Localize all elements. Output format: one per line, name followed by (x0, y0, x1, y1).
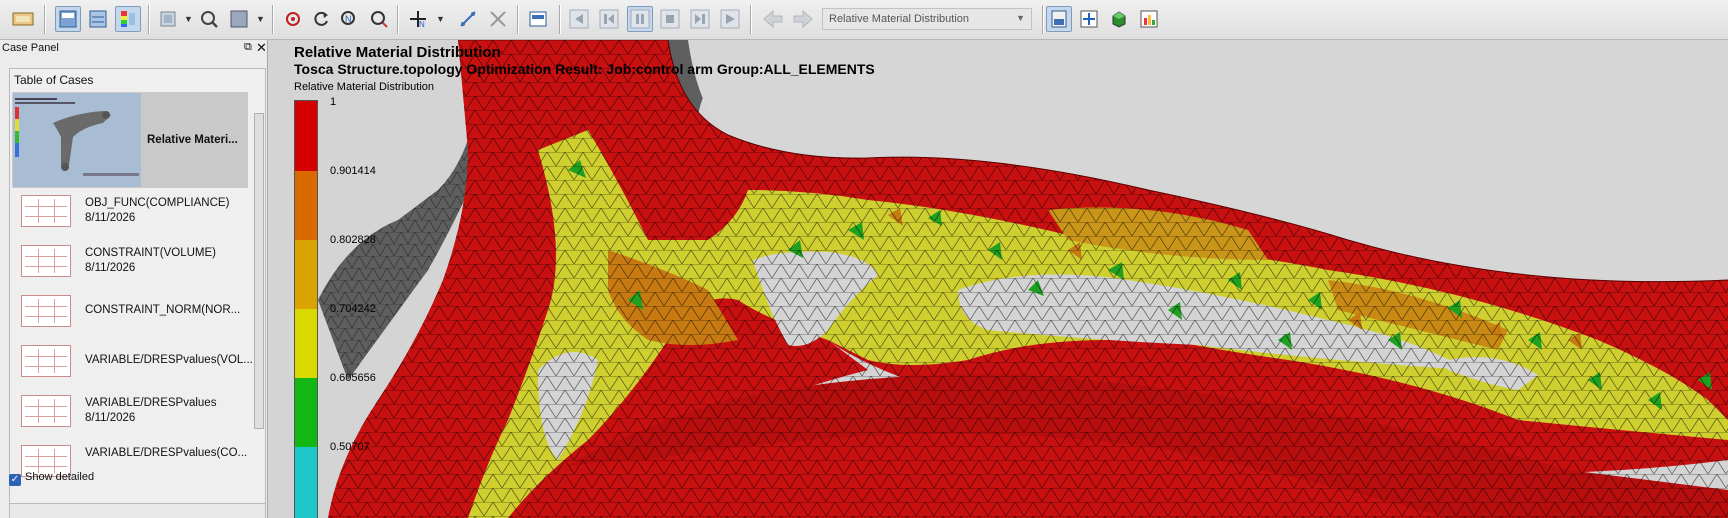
main-toolbar: ▼ ▼ N N ▼ Relative Material Distribution… (0, 0, 1728, 40)
probe-add-icon[interactable] (366, 6, 392, 32)
prev-frame-icon[interactable] (596, 6, 622, 32)
legend-label: 0.802828 (330, 234, 376, 246)
list-item[interactable]: VARIABLE/DRESPvalues 8/11/2026 (12, 388, 248, 438)
table-title: Table of Cases (14, 73, 94, 87)
chart-view-icon[interactable] (1136, 6, 1162, 32)
fit-view-icon[interactable] (155, 6, 181, 32)
cases-scrollbar[interactable] (254, 113, 264, 503)
case-thumbnail (13, 93, 141, 187)
case-date: 8/11/2026 (85, 262, 136, 274)
result-type-value: Relative Material Distribution (829, 13, 969, 25)
legend-label: 1 (330, 96, 337, 108)
chevron-down-icon[interactable]: ▼ (256, 14, 265, 24)
svg-text:N: N (345, 14, 352, 24)
toolbar-separator (517, 5, 519, 34)
legend-band (295, 309, 317, 378)
list-item[interactable]: OBJ_FUNC(COMPLIANCE) 8/11/2026 (12, 188, 248, 238)
legend-band (295, 171, 317, 240)
panel-bottom-area (9, 503, 266, 518)
toolbar-separator (1042, 5, 1044, 34)
chevron-down-icon[interactable]: ▼ (436, 14, 445, 24)
case-name: VARIABLE/DRESPvalues(VOL... (85, 354, 253, 366)
result-type-dropdown[interactable]: Relative Material Distribution ▼ (822, 8, 1032, 30)
layout-1x1-icon[interactable] (55, 6, 81, 32)
toolbar-separator (272, 5, 274, 34)
legend-label: 0.50707 (330, 441, 370, 453)
table-thumbnail-icon (21, 395, 71, 427)
checkbox-checked-icon[interactable]: ✓ (9, 474, 21, 486)
panel-header: Case Panel ⧉ ✕ (0, 40, 268, 57)
table-thumbnail-icon (21, 245, 71, 277)
toolbar-separator (559, 5, 561, 34)
list-item[interactable]: CONSTRAINT_NORM(NOR... (12, 288, 248, 338)
table-thumbnail-icon (21, 345, 71, 377)
contour-plot-icon[interactable] (115, 6, 141, 32)
toolbar-separator (44, 5, 46, 34)
table-thumbnail-icon (21, 195, 71, 227)
case-name: VARIABLE/DRESPvalues (85, 397, 217, 409)
legend-label: 0.704242 (330, 303, 376, 315)
show-detailed-checkbox[interactable]: ✓ Show detailed (9, 471, 94, 486)
display-mode-icon[interactable] (226, 6, 252, 32)
case-name: OBJ_FUNC(COMPLIANCE) (85, 197, 230, 209)
layout-split-icon[interactable] (85, 6, 111, 32)
legend-label: 0.605656 (330, 372, 376, 384)
zoom-icon[interactable] (196, 6, 222, 32)
cube-view-icon[interactable] (1106, 6, 1132, 32)
back-arrow-icon[interactable] (760, 6, 786, 32)
cases-list: Relative Materi... OBJ_FUNC(COMPLIANCE) … (12, 92, 253, 488)
axis-triad-icon[interactable]: N (405, 6, 431, 32)
pause-icon[interactable] (627, 6, 653, 32)
color-legend-bar (294, 100, 318, 518)
case-name: CONSTRAINT_NORM(NOR... (85, 304, 241, 316)
panel-title: Case Panel (2, 42, 59, 54)
case-panel: Case Panel ⧉ ✕ Table of Cases Relative M… (0, 40, 268, 518)
legend-band (295, 240, 317, 309)
chevron-down-icon: ▼ (1016, 13, 1025, 23)
case-name: Relative Materi... (147, 134, 238, 146)
table-of-cases: Table of Cases Relative Materi... OBJ_FU… (9, 68, 266, 506)
first-frame-icon[interactable] (566, 6, 592, 32)
play-icon[interactable] (717, 6, 743, 32)
plot-subtitle: Tosca Structure.topology Optimization Re… (294, 61, 875, 77)
window-layout-icon[interactable] (1046, 6, 1072, 32)
legend-title: Relative Material Distribution (294, 81, 434, 93)
list-item[interactable]: VARIABLE/DRESPvalues(VOL... (12, 338, 253, 388)
hide-nodes-icon[interactable] (485, 6, 511, 32)
toolbar-separator (750, 5, 752, 34)
case-date: 8/11/2026 (85, 212, 136, 224)
list-item[interactable]: CONSTRAINT(VOLUME) 8/11/2026 (12, 238, 248, 288)
deformation-icon[interactable] (525, 6, 551, 32)
toolbar-separator (148, 5, 150, 34)
chevron-down-icon[interactable]: ▼ (184, 14, 193, 24)
case-name: VARIABLE/DRESPvalues(CO... (85, 447, 248, 459)
plot-title: Relative Material Distribution (294, 44, 501, 61)
toolbar-separator (397, 5, 399, 34)
close-icon[interactable]: ✕ (256, 40, 267, 56)
case-name: CONSTRAINT(VOLUME) (85, 247, 216, 259)
stop-icon[interactable] (657, 6, 683, 32)
next-frame-icon[interactable] (687, 6, 713, 32)
scrollbar-thumb[interactable] (254, 113, 264, 429)
svg-text:N: N (419, 20, 425, 29)
rotate-center-icon[interactable] (280, 6, 306, 32)
show-nodes-icon[interactable] (455, 6, 481, 32)
grid-add-icon[interactable] (1076, 6, 1102, 32)
list-item[interactable]: Relative Materi... (12, 92, 248, 188)
table-thumbnail-icon (21, 295, 71, 327)
rotate-icon[interactable] (308, 6, 334, 32)
legend-label: 0.901414 (330, 165, 376, 177)
graphics-viewport[interactable]: Relative Material Distribution Tosca Str… (268, 40, 1728, 518)
model-view-icon[interactable] (10, 6, 36, 32)
show-detailed-label: Show detailed (25, 471, 95, 483)
probe-value-icon[interactable]: N (336, 6, 362, 32)
legend-band (295, 447, 317, 518)
forward-arrow-icon[interactable] (790, 6, 816, 32)
float-panel-icon[interactable]: ⧉ (244, 41, 252, 54)
topology-mesh-render (318, 40, 1728, 518)
case-date: 8/11/2026 (85, 412, 136, 424)
legend-band (295, 378, 317, 447)
legend-band (295, 101, 317, 171)
